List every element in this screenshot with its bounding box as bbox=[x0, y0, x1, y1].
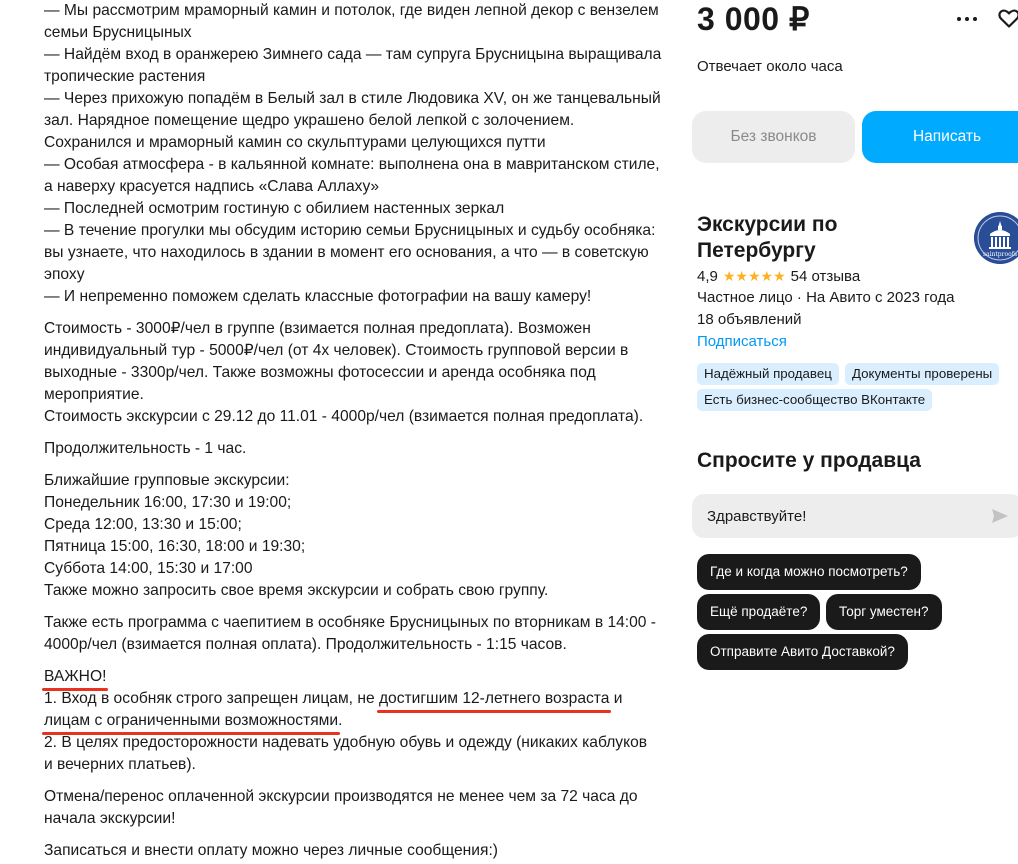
tea-line: Также есть программа с чаепитием в особн… bbox=[44, 614, 656, 631]
booking-text: Записаться и внести оплату можно через л… bbox=[44, 842, 498, 859]
itinerary-line: — Мы рассмотрим мраморный камин и потоло… bbox=[44, 2, 659, 19]
cost-line: индивидуальный тур - 5000₽/чел (от 4х че… bbox=[44, 342, 629, 359]
favorite-heart-icon[interactable] bbox=[997, 6, 1018, 30]
age-restriction-highlight: достигшим 12-летнего возраста bbox=[378, 690, 610, 707]
send-icon[interactable] bbox=[990, 506, 1010, 526]
schedule-line: Ближайшие групповые экскурсии: bbox=[44, 472, 290, 489]
itinerary-line: тропические растения bbox=[44, 68, 206, 85]
duration-text: Продолжительность - 1 час. bbox=[44, 440, 247, 457]
itinerary-line: вы узнаете, что находилось в здании в мо… bbox=[44, 244, 649, 261]
itinerary-line: — Найдём вход в оранжерею Зимнего сада —… bbox=[44, 46, 662, 63]
subscribe-link[interactable]: Подписаться bbox=[697, 333, 787, 350]
schedule-line: Среда 12:00, 13:30 и 15:00; bbox=[44, 516, 242, 533]
schedule-line: Пятница 15:00, 16:30, 18:00 и 19:30; bbox=[44, 538, 306, 555]
quick-question-chip[interactable]: Отправите Авито Доставкой? bbox=[697, 634, 908, 670]
badge-documents-verified: Документы проверены bbox=[845, 363, 1000, 385]
schedule-line: Также можно запросить свое время экскурс… bbox=[44, 582, 549, 599]
no-calls-button[interactable]: Без звонков bbox=[692, 111, 855, 163]
itinerary-line: а наверху красуется надпись «Слава Аллах… bbox=[44, 178, 380, 195]
tea-line: 4000р/чел (взимается полная оплата). Про… bbox=[44, 636, 567, 653]
rule2-line: 2. В целях предосторожности надевать удо… bbox=[44, 734, 648, 751]
rule1-text: 1. Вход в особняк строго запрещен лицам,… bbox=[44, 690, 379, 707]
rule2-line: и вечерних платьев). bbox=[44, 756, 196, 773]
seller-name[interactable]: Экскурсии по Петербургу bbox=[697, 212, 927, 264]
ads-count[interactable]: 18 объявлений bbox=[697, 311, 802, 328]
more-options-icon[interactable] bbox=[955, 8, 979, 28]
schedule-line: Суббота 14:00, 15:30 и 17:00 bbox=[44, 560, 253, 577]
tour-itinerary: — Мы рассмотрим мраморный камин и потоло… bbox=[44, 0, 664, 308]
cancel-line: Отмена/перенос оплаченной экскурсии прои… bbox=[44, 788, 638, 805]
itinerary-line: — Через прихожую попадём в Белый зал в с… bbox=[44, 90, 661, 107]
tea-program-paragraph: Также есть программа с чаепитием в особн… bbox=[44, 612, 664, 656]
rating-value: 4,9 bbox=[697, 268, 718, 285]
cost-line: выходные - 3300р/чел. Также возможны фот… bbox=[44, 364, 596, 381]
itinerary-line: — Особая атмосфера - в кальянной комнате… bbox=[44, 156, 660, 173]
important-block: ВАЖНО! 1. Вход в особняк строго запрещен… bbox=[44, 666, 664, 776]
message-input[interactable] bbox=[707, 494, 977, 538]
cost-line: Стоимость экскурсии с 29.12 до 11.01 - 4… bbox=[44, 408, 644, 425]
rule1-text: . bbox=[338, 712, 343, 729]
cost-paragraph: Стоимость - 3000₽/чел в группе (взимаетс… bbox=[44, 318, 664, 428]
cancel-paragraph: Отмена/перенос оплаченной экскурсии прои… bbox=[44, 786, 664, 830]
badge-reliable-seller: Надёжный продавец bbox=[697, 363, 839, 385]
cost-line: мероприятие. bbox=[44, 386, 144, 403]
itinerary-line: зал. Нарядное помещение щедро украшено б… bbox=[44, 112, 575, 129]
seller-type: Частное лицо · На Авито с 2023 года bbox=[697, 289, 955, 306]
quick-question-chip[interactable]: Где и когда можно посмотреть? bbox=[697, 554, 921, 590]
quick-question-chip[interactable]: Ещё продаёте? bbox=[697, 594, 821, 630]
itinerary-line: Сохранился и мраморный камин со скульпту… bbox=[44, 134, 546, 151]
ask-seller-title: Спросите у продавца bbox=[697, 449, 921, 472]
schedule-paragraph: Ближайшие групповые экскурсии: Понедельн… bbox=[44, 470, 664, 602]
price: 3 000 ₽ bbox=[697, 1, 810, 37]
itinerary-line: семьи Брусницыных bbox=[44, 24, 192, 41]
write-message-button[interactable]: Написать bbox=[862, 111, 1018, 163]
itinerary-line: — В течение прогулки мы обсудим историю … bbox=[44, 222, 656, 239]
quick-question-chip[interactable]: Торг уместен? bbox=[826, 594, 942, 630]
svg-text:saintproofs: saintproofs bbox=[983, 251, 1017, 258]
saintproofs-logo: saintproofs bbox=[974, 212, 1018, 264]
cancel-line: начала экскурсии! bbox=[44, 810, 176, 827]
reply-time: Отвечает около часа bbox=[697, 58, 843, 75]
itinerary-line: — И непременно поможем сделать классные … bbox=[44, 288, 592, 305]
cost-line: Стоимость - 3000₽/чел в группе (взимаетс… bbox=[44, 320, 591, 337]
seller-rating[interactable]: 4,9 ★★★★★ 54 отзыва bbox=[697, 268, 860, 285]
important-title: ВАЖНО! bbox=[44, 668, 107, 685]
itinerary-line: — Последней осмотрим гостиную с обилием … bbox=[44, 200, 505, 217]
itinerary-line: эпоху bbox=[44, 266, 85, 283]
seller-avatar[interactable]: saintproofs bbox=[974, 212, 1018, 264]
schedule-line: Понедельник 16:00, 17:30 и 19:00; bbox=[44, 494, 292, 511]
reviews-count[interactable]: 54 отзыва bbox=[791, 268, 861, 285]
rule1-text: и bbox=[609, 690, 623, 707]
disability-restriction-highlight: лицам с ограниченными возможностями bbox=[44, 712, 339, 729]
badge-vk-business: Есть бизнес-сообщество ВКонтакте bbox=[697, 389, 933, 411]
message-field[interactable] bbox=[692, 494, 1018, 538]
rating-stars-icon: ★★★★★ bbox=[722, 268, 786, 284]
